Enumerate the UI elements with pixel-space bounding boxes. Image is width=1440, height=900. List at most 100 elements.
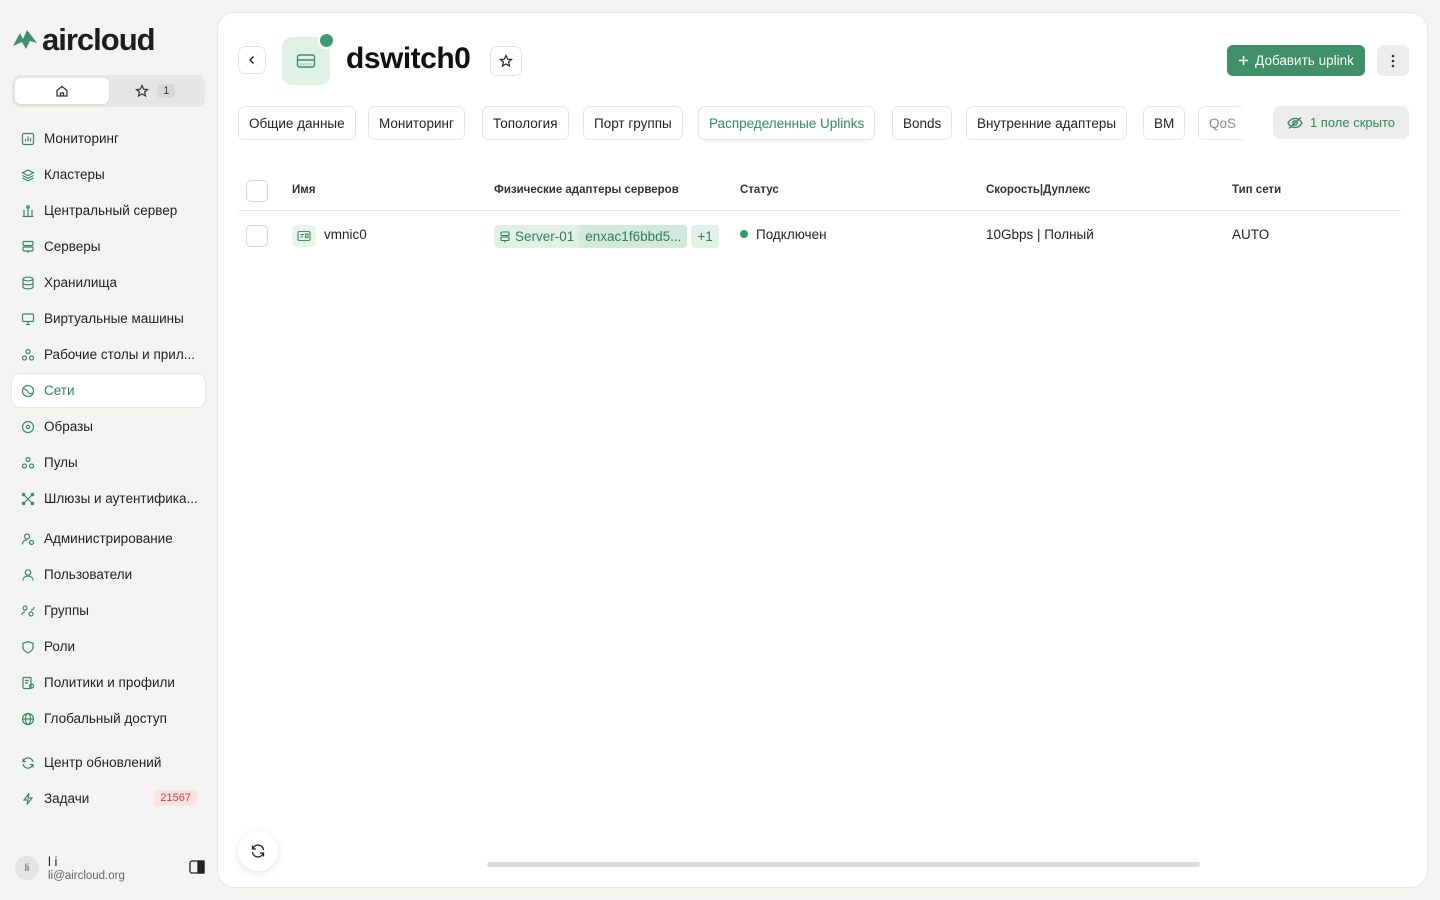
chart-icon — [21, 132, 35, 145]
database-icon — [22, 276, 34, 289]
column-header-adapters[interactable]: Физические адаптеры серверов — [494, 184, 679, 196]
shield-icon — [22, 640, 34, 653]
sidebar-item-label: Рабочие столы и прил... — [44, 347, 195, 362]
sidebar-item-groups[interactable]: Группы — [12, 594, 205, 627]
layers-icon — [21, 168, 35, 181]
column-header-net-type[interactable]: Тип сети — [1232, 184, 1281, 196]
server-icon — [500, 230, 510, 242]
avatar: li — [15, 856, 39, 880]
sidebar-item-storage[interactable]: Хранилища — [12, 266, 205, 299]
add-uplink-button[interactable]: Добавить uplink — [1227, 45, 1365, 76]
sidebar-item-administration[interactable]: Администрирование — [12, 522, 205, 555]
sidebar-item-pools[interactable]: Пулы — [12, 446, 205, 479]
sidebar-item-label: Группы — [44, 603, 89, 618]
network-icon — [21, 384, 35, 397]
tab-general[interactable]: Общие данные — [238, 106, 356, 140]
sidebar-item-label: Глобальный доступ — [44, 711, 167, 726]
sidebar-item-label: Администрирование — [44, 531, 173, 546]
tab-monitoring[interactable]: Мониторинг — [368, 106, 465, 140]
server-name: Server-01 — [515, 229, 575, 244]
select-all-checkbox[interactable] — [246, 180, 268, 202]
status-indicator — [318, 32, 335, 49]
sidebar-item-monitoring[interactable]: Мониторинг — [12, 122, 205, 155]
sidebar-item-global-access[interactable]: Глобальный доступ — [12, 702, 205, 735]
refresh-icon — [251, 844, 265, 858]
apps-icon — [21, 348, 35, 361]
tasks-count-badge: 21567 — [154, 790, 197, 806]
bolt-icon — [22, 792, 34, 805]
refresh-button[interactable] — [238, 831, 278, 871]
sidebar-item-label: Политики и профили — [44, 675, 175, 690]
user-name: l i — [48, 853, 58, 869]
eye-off-icon — [1287, 116, 1303, 129]
user-profile[interactable]: li l i li@aircloud.org — [15, 850, 205, 886]
brand-name: aircloud — [42, 22, 156, 57]
sidebar-item-label: Пулы — [44, 455, 78, 470]
sidebar-item-desktops[interactable]: Рабочие столы и прил... — [12, 338, 205, 371]
tab-internal-adapters[interactable]: Внутренние адаптеры — [966, 106, 1128, 140]
sidebar-item-vms[interactable]: Виртуальные машины — [12, 302, 205, 335]
sidebar-item-central-server[interactable]: Центральный сервер — [12, 194, 205, 227]
main-panel: dswitch0 Добавить uplink Общие данные Мо… — [217, 12, 1428, 888]
pool-icon — [21, 456, 35, 469]
column-header-name[interactable]: Имя — [292, 184, 315, 196]
table-row[interactable]: vmnic0 Server-01 enxac1f6bbd5... +1 Подк… — [238, 218, 1401, 254]
user-email: li@aircloud.org — [48, 869, 125, 882]
star-icon — [135, 84, 150, 98]
sidebar-item-policies[interactable]: Политики и профили — [12, 666, 205, 699]
nic-icon — [292, 225, 316, 247]
status-text: Подключен — [756, 227, 827, 242]
more-button[interactable] — [1377, 45, 1409, 76]
logo[interactable]: aircloud — [10, 22, 156, 58]
sidebar-item-roles[interactable]: Роли — [12, 630, 205, 663]
add-uplink-label: Добавить uplink — [1255, 53, 1354, 68]
favorite-button[interactable] — [490, 46, 522, 76]
tab-port-groups[interactable]: Порт группы — [583, 106, 683, 140]
sidebar-item-label: Центр обновлений — [44, 755, 162, 770]
admin-icon — [21, 532, 35, 545]
physical-adapters: Server-01 enxac1f6bbd5... +1 — [494, 225, 719, 248]
switch-object-icon — [282, 32, 335, 85]
column-header-speed[interactable]: Скорость|Дуплекс — [986, 184, 1090, 196]
uplink-name[interactable]: vmnic0 — [324, 227, 367, 242]
sidebar-item-tasks[interactable]: Задачи 21567 — [12, 782, 205, 815]
user-icon — [22, 568, 34, 581]
tab-topology[interactable]: Топология — [482, 106, 569, 140]
horizontal-scrollbar[interactable] — [487, 862, 1200, 867]
net-type-cell: AUTO — [1232, 227, 1270, 242]
chevron-left-icon — [249, 56, 254, 64]
favorites-tab[interactable]: 1 — [109, 78, 203, 104]
sidebar-switcher: 1 — [12, 75, 205, 107]
back-button[interactable] — [238, 46, 266, 74]
sidebar-item-label: Центральный сервер — [44, 203, 178, 218]
sidebar-item-users[interactable]: Пользователи — [12, 558, 205, 591]
group-icon — [21, 604, 35, 617]
speed-cell: 10Gbps | Полный — [986, 227, 1094, 242]
sidebar-item-label: Виртуальные машины — [44, 311, 184, 326]
sidebar-item-servers[interactable]: Серверы — [12, 230, 205, 263]
star-icon — [499, 54, 513, 68]
tabs-fade — [1228, 103, 1268, 143]
plus-icon — [1239, 56, 1249, 65]
sidebar-item-gateways[interactable]: Шлюзы и аутентифика... — [12, 482, 205, 515]
tab-bonds[interactable]: Bonds — [892, 106, 953, 140]
more-adapters-badge[interactable]: +1 — [691, 225, 719, 248]
hidden-fields-button[interactable]: 1 поле скрыто — [1273, 106, 1409, 139]
sidebar-toggle-icon[interactable] — [189, 860, 205, 874]
home-tab[interactable] — [15, 78, 109, 104]
globe-icon — [21, 712, 35, 725]
server-tag[interactable]: Server-01 enxac1f6bbd5... — [494, 225, 688, 248]
hidden-fields-label: 1 поле скрыто — [1309, 115, 1396, 130]
page-title: dswitch0 — [346, 42, 471, 75]
row-checkbox[interactable] — [246, 225, 268, 247]
sidebar-item-networks[interactable]: Сети — [12, 374, 205, 407]
tab-distributed-uplinks[interactable]: Распределенные Uplinks — [698, 106, 876, 140]
sidebar-item-update-center[interactable]: Центр обновлений — [12, 746, 205, 779]
sidebar-item-clusters[interactable]: Кластеры — [12, 158, 205, 191]
disc-icon — [21, 420, 35, 433]
hub-icon — [22, 204, 34, 217]
column-header-status[interactable]: Статус — [740, 184, 779, 196]
policy-icon — [22, 676, 35, 689]
tab-vms[interactable]: ВМ — [1143, 106, 1186, 140]
sidebar-item-images[interactable]: Образы — [12, 410, 205, 443]
